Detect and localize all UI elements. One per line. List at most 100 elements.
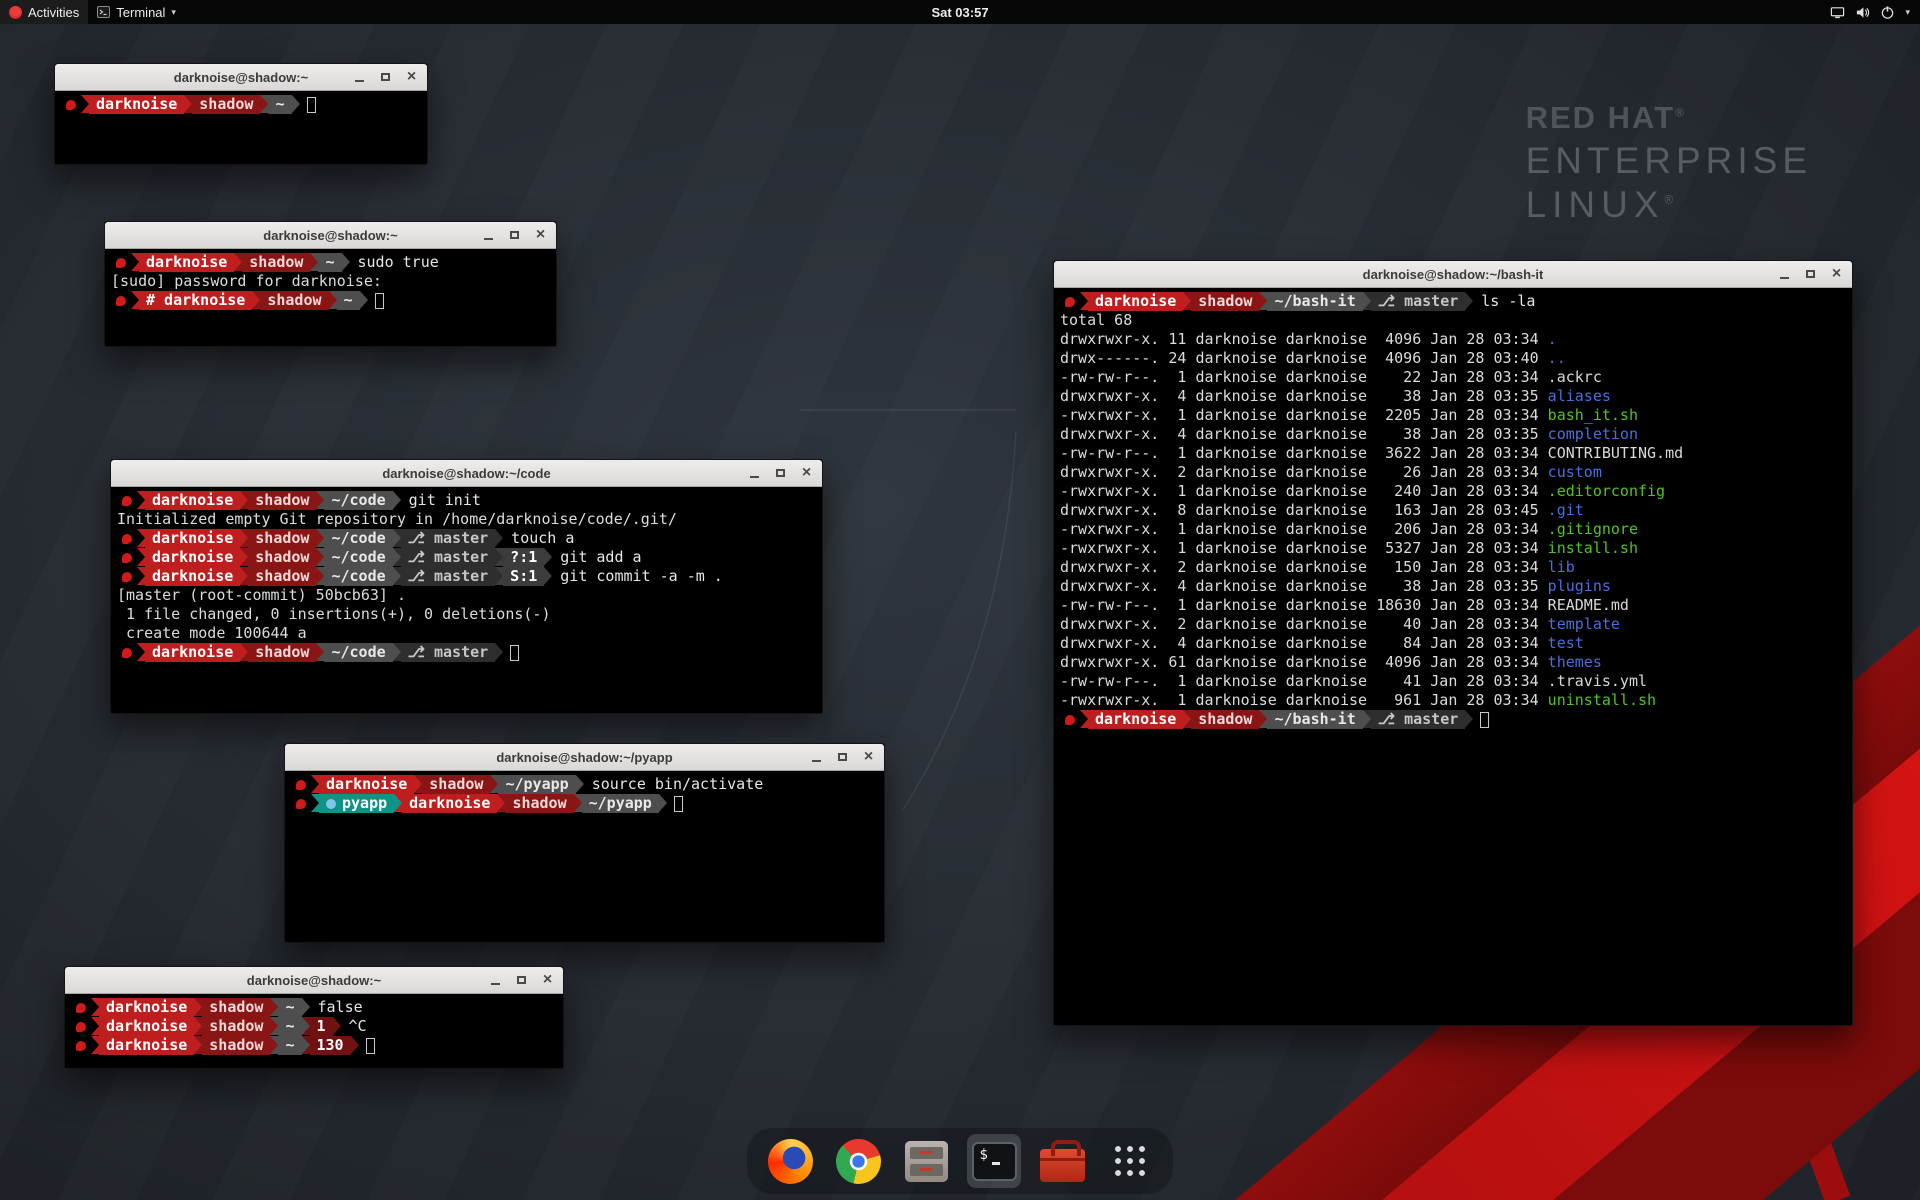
- ls-filename: CONTRIBUTING.md: [1548, 444, 1683, 462]
- powerline-arrow-icon: [544, 548, 552, 566]
- terminal-content[interactable]: darknoiseshadow~sudo true[sudo] password…: [105, 249, 556, 346]
- terminal-window[interactable]: darknoise@shadow:~/bash-it×darknoiseshad…: [1053, 260, 1853, 1026]
- maximize-button[interactable]: [834, 749, 851, 766]
- terminal-content[interactable]: darknoiseshadow~/bash-it⎇ masterls -lato…: [1054, 288, 1852, 1025]
- powerline-arrow-icon: [659, 794, 667, 812]
- maximize-icon: [517, 976, 526, 984]
- minimize-button[interactable]: [487, 972, 504, 989]
- powerline-arrow-icon: [497, 794, 505, 812]
- terminal-window[interactable]: darknoise@shadow:~×darknoiseshadow~sudo …: [104, 221, 557, 347]
- python-venv-icon: [326, 799, 336, 809]
- minimize-button[interactable]: [808, 749, 825, 766]
- clock[interactable]: Sat 03:57: [931, 5, 988, 20]
- minimize-button[interactable]: [480, 227, 497, 244]
- maximize-button[interactable]: [772, 465, 789, 482]
- clock-label: Sat 03:57: [931, 5, 988, 20]
- powerline-arrow-icon: [270, 1017, 278, 1035]
- terminal-icon-cursor: [992, 1162, 1000, 1165]
- window-titlebar[interactable]: darknoise@shadow:~×: [55, 64, 427, 91]
- terminal-line: Initialized empty Git repository in /hom…: [117, 510, 816, 529]
- terminal-content[interactable]: darknoiseshadow~/pyappsource bin/activat…: [285, 771, 884, 942]
- terminal-content[interactable]: darknoiseshadow~: [55, 91, 427, 164]
- terminal-line: [sudo] password for darknoise:: [111, 272, 550, 291]
- close-button[interactable]: ×: [1828, 266, 1845, 283]
- maximize-button[interactable]: [1802, 266, 1819, 283]
- powerline-arrow-icon: [137, 491, 145, 509]
- terminal-line: create mode 100644 a: [117, 624, 816, 643]
- redhat-icon: [296, 780, 306, 790]
- terminal-line: -rwxrwxr-x. 1 darknoise darknoise 240 Ja…: [1060, 482, 1846, 501]
- terminal-line: drwxrwxr-x. 4 darknoise darknoise 38 Jan…: [1060, 425, 1846, 444]
- redhat-icon: [1065, 715, 1075, 725]
- terminal-line: -rwxrwxr-x. 1 darknoise darknoise 5327 J…: [1060, 539, 1846, 558]
- terminal-line: -rwxrwxr-x. 1 darknoise darknoise 206 Ja…: [1060, 520, 1846, 539]
- dock-firefox[interactable]: [763, 1134, 817, 1188]
- prompt-segment-logo: [71, 1017, 91, 1036]
- ls-filename: ..: [1548, 349, 1566, 367]
- prompt-segment-host: shadow: [505, 794, 573, 813]
- dock-toolbox[interactable]: [1035, 1134, 1089, 1188]
- chrome-icon: [836, 1139, 881, 1184]
- minimize-button[interactable]: [746, 465, 763, 482]
- prompt-segment-logo: [1060, 710, 1080, 729]
- window-titlebar[interactable]: darknoise@shadow:~×: [105, 222, 556, 249]
- terminal-cursor: [366, 1038, 375, 1054]
- terminal-window[interactable]: darknoise@shadow:~/code×darknoiseshadow~…: [110, 459, 823, 714]
- window-controls: ×: [487, 967, 556, 993]
- dock-files[interactable]: [899, 1134, 953, 1188]
- app-menu-terminal[interactable]: Terminal ▾: [88, 0, 185, 24]
- powerline-arrow-icon: [393, 491, 401, 509]
- close-button[interactable]: ×: [532, 227, 549, 244]
- redhat-icon: [122, 534, 132, 544]
- prompt-segment-user: darknoise: [319, 775, 414, 794]
- window-titlebar[interactable]: darknoise@shadow:~/bash-it×: [1054, 261, 1852, 288]
- firefox-icon: [768, 1139, 813, 1184]
- toolbox-icon: [1040, 1149, 1085, 1182]
- terminal-window[interactable]: darknoise@shadow:~×darknoiseshadow~false…: [64, 966, 564, 1069]
- redhat-icon: [122, 553, 132, 563]
- terminal-cursor: [307, 97, 316, 113]
- minimize-button[interactable]: [1776, 266, 1793, 283]
- window-titlebar[interactable]: darknoise@shadow:~×: [65, 967, 563, 994]
- close-button[interactable]: ×: [798, 465, 815, 482]
- terminal-cursor: [674, 796, 683, 812]
- drawer-slot: [910, 1164, 943, 1176]
- ls-filename: .git: [1548, 501, 1584, 519]
- powerline-arrow-icon: [393, 567, 401, 585]
- terminal-line: drwxrwxr-x. 2 darknoise darknoise 26 Jan…: [1060, 463, 1846, 482]
- terminal-window[interactable]: darknoise@shadow:~×darknoiseshadow~: [54, 63, 428, 165]
- close-button[interactable]: ×: [539, 972, 556, 989]
- powerline-arrow-icon: [194, 1036, 202, 1054]
- close-button[interactable]: ×: [860, 749, 877, 766]
- window-titlebar[interactable]: darknoise@shadow:~/pyapp×: [285, 744, 884, 771]
- redhat-icon: [122, 572, 132, 582]
- maximize-button[interactable]: [377, 69, 394, 86]
- powerline-arrow-icon: [311, 794, 319, 812]
- activities-button[interactable]: Activities: [0, 0, 88, 24]
- terminal-window[interactable]: darknoise@shadow:~/pyapp× darknoise shadow…: [284, 743, 885, 943]
- prompt-segment-logo: [117, 643, 137, 662]
- ls-details: drwxrwxr-x. 11 darknoise darknoise 4096 …: [1060, 330, 1548, 348]
- maximize-button[interactable]: [506, 227, 523, 244]
- maximize-button[interactable]: [513, 972, 530, 989]
- window-titlebar[interactable]: darknoise@shadow:~/code×: [111, 460, 822, 487]
- command-text: false: [318, 998, 363, 1017]
- dock-apps[interactable]: [1103, 1134, 1157, 1188]
- minimize-button[interactable]: [351, 69, 368, 86]
- volume-icon: [1855, 5, 1870, 20]
- terminal-line: drwx------. 24 darknoise darknoise 4096 …: [1060, 349, 1846, 368]
- terminal-line: drwxrwxr-x. 4 darknoise darknoise 84 Jan…: [1060, 634, 1846, 653]
- terminal-line: drwxrwxr-x. 61 darknoise darknoise 4096 …: [1060, 653, 1846, 672]
- dock-terminal[interactable]: $: [967, 1134, 1021, 1188]
- terminal-content[interactable]: darknoiseshadow~falsedarknoiseshadow~1^C…: [65, 994, 563, 1068]
- redhat-icon: [76, 1022, 86, 1032]
- system-tray[interactable]: ▾: [1825, 0, 1915, 24]
- close-button[interactable]: ×: [403, 69, 420, 86]
- terminal-content[interactable]: darknoiseshadow~/codegit initInitialized…: [111, 487, 822, 713]
- dock-chrome[interactable]: [831, 1134, 885, 1188]
- prompt-segment-host: shadow: [248, 491, 316, 510]
- prompt-segment-host: shadow: [248, 567, 316, 586]
- powerline-arrow-icon: [292, 95, 300, 113]
- terminal-line: # darknoiseshadow~: [111, 291, 550, 310]
- terminal-line: drwxrwxr-x. 4 darknoise darknoise 38 Jan…: [1060, 387, 1846, 406]
